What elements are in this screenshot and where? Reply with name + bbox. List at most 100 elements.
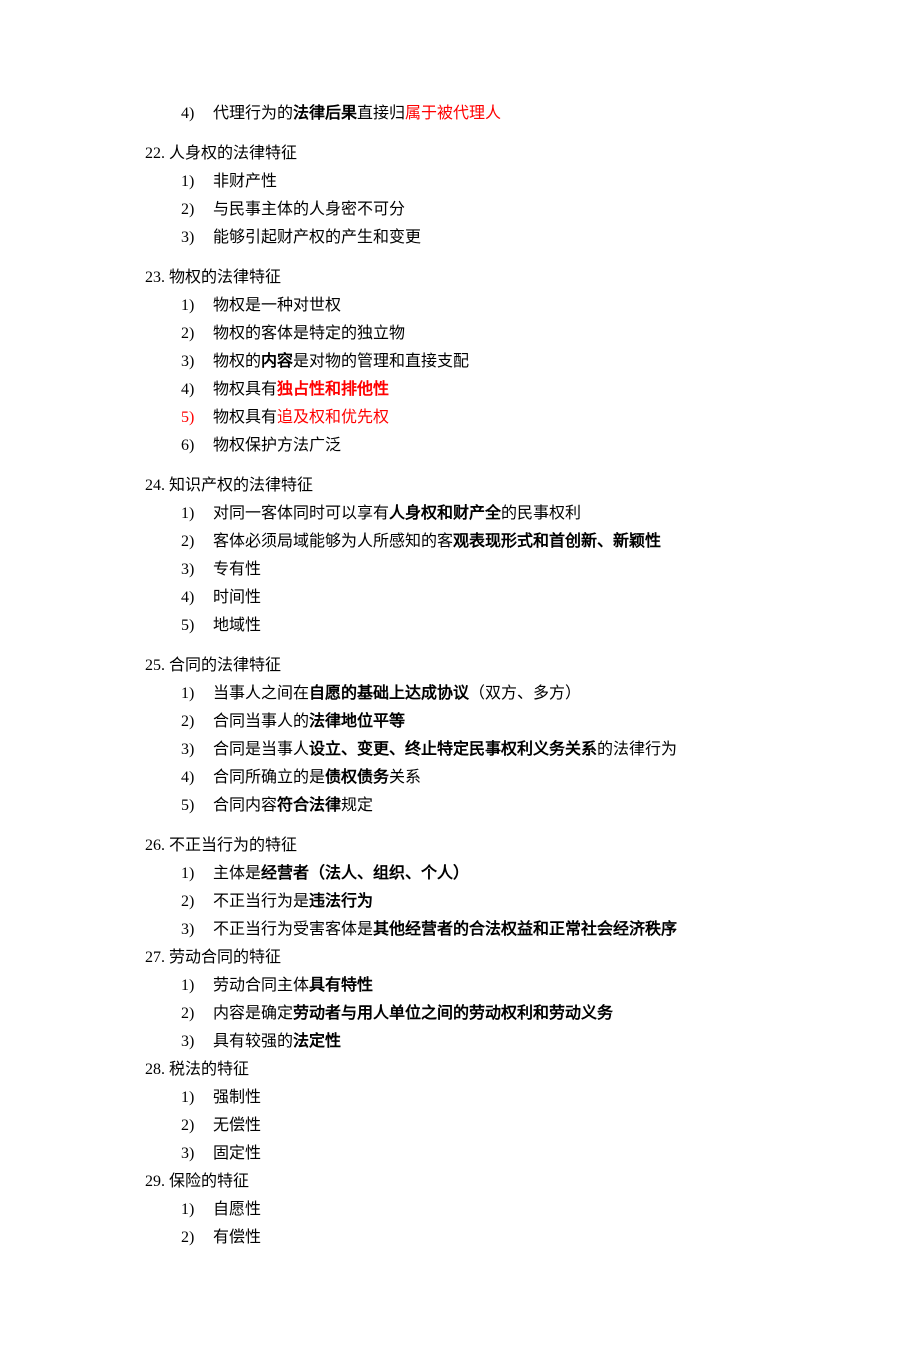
text-run: 自愿性 [213,1201,261,1218]
list-item: 1)自愿性 [181,1196,775,1224]
item-content: 能够引起财产权的产生和变更 [213,224,421,252]
text-run: 具有特性 [309,977,373,994]
section-number: 25. [145,657,169,674]
list-item: 1)主体是经营者（法人、组织、个人） [181,860,775,888]
text-run: 与民事主体的人身密不可分 [213,201,405,218]
list-item: 5)合同内容符合法律规定 [181,792,775,820]
item-content: 合同内容符合法律规定 [213,792,373,820]
text-run: 合同内容 [213,797,277,814]
item-content: 物权具有独占性和排他性 [213,376,389,404]
list-item: 2)物权的客体是特定的独立物 [181,320,775,348]
list-item: 4)时间性 [181,584,775,612]
text-run: 人身权和财产全 [389,505,501,522]
section-heading: 23. 物权的法律特征 [145,264,775,292]
text-run: 是对物的管理和直接支配 [293,353,469,370]
list-item: 5)地域性 [181,612,775,640]
item-content: 劳动合同主体具有特性 [213,972,373,1000]
text-run: 劳动合同主体 [213,977,309,994]
item-marker: 4) [181,584,213,612]
text-run: 规定 [341,797,373,814]
item-content: 对同一客体同时可以享有人身权和财产全的民事权利 [213,500,581,528]
outline-section: 22. 人身权的法律特征1)非财产性2)与民事主体的人身密不可分3)能够引起财产… [145,140,775,252]
item-marker: 2) [181,888,213,916]
item-marker: 3) [181,1028,213,1056]
item-content: 代理行为的法律后果直接归属于被代理人 [213,100,501,128]
prefix-section: 4)代理行为的法律后果直接归属于被代理人 [145,100,775,128]
outline-section: 29. 保险的特征1)自愿性2)有偿性 [145,1168,775,1252]
list-item: 2)有偿性 [181,1224,775,1252]
list-item: 4)物权具有独占性和排他性 [181,376,775,404]
section-heading: 28. 税法的特征 [145,1056,775,1084]
item-marker: 3) [181,556,213,584]
sub-list: 1)强制性2)无偿性3)固定性 [181,1084,775,1168]
text-run: 劳动者与用人单位之间的劳动权利和劳动义务 [293,1005,613,1022]
text-run: 客体必须局域能够为人所感知的客 [213,533,453,550]
text-run: 属于被代理人 [405,105,501,122]
item-marker: 5) [181,792,213,820]
item-marker: 2) [181,1224,213,1252]
text-run: 非财产性 [213,173,277,190]
text-run: 强制性 [213,1089,261,1106]
item-marker: 5) [181,612,213,640]
item-marker: 2) [181,1112,213,1140]
text-run: 法定性 [293,1033,341,1050]
section-number: 27. [145,949,169,966]
section-number: 24. [145,477,169,494]
item-marker: 4) [181,376,213,404]
list-item: 2)内容是确定劳动者与用人单位之间的劳动权利和劳动义务 [181,1000,775,1028]
text-run: 符合法律 [277,797,341,814]
list-item: 2)不正当行为是违法行为 [181,888,775,916]
sub-list: 1)对同一客体同时可以享有人身权和财产全的民事权利2)客体必须局域能够为人所感知… [181,500,775,640]
text-run: 不正当行为受害客体是 [213,921,373,938]
section-heading: 24. 知识产权的法律特征 [145,472,775,500]
text-run: 内容是确定 [213,1005,293,1022]
text-run: 有偿性 [213,1229,261,1246]
text-run: 法律后果 [293,105,357,122]
list-item: 5)物权具有追及权和优先权 [181,404,775,432]
item-marker: 1) [181,1084,213,1112]
text-run: 设立、变更、终止特定民事权利义务关系 [309,741,597,758]
text-run: 固定性 [213,1145,261,1162]
section-number: 29. [145,1173,169,1190]
item-marker: 4) [181,100,213,128]
list-item: 3)固定性 [181,1140,775,1168]
item-marker: 3) [181,348,213,376]
list-item: 1)强制性 [181,1084,775,1112]
item-content: 强制性 [213,1084,261,1112]
item-content: 物权保护方法广泛 [213,432,341,460]
section-title-text: 不正当行为的特征 [169,837,297,854]
section-number: 22. [145,145,169,162]
outline-section: 28. 税法的特征1)强制性2)无偿性3)固定性 [145,1056,775,1168]
item-content: 内容是确定劳动者与用人单位之间的劳动权利和劳动义务 [213,1000,613,1028]
text-run: 经营者（法人、组织、个人） [261,865,469,882]
text-run: 物权的客体是特定的独立物 [213,325,405,342]
section-title-text: 税法的特征 [169,1061,249,1078]
item-content: 物权的客体是特定的独立物 [213,320,405,348]
text-run: 的法律行为 [597,741,677,758]
text-run: 地域性 [213,617,261,634]
list-item: 3)专有性 [181,556,775,584]
document-content: 4)代理行为的法律后果直接归属于被代理人22. 人身权的法律特征1)非财产性2)… [145,100,775,1252]
item-content: 固定性 [213,1140,261,1168]
text-run: 合同是当事人 [213,741,309,758]
item-marker: 2) [181,320,213,348]
list-item: 1)非财产性 [181,168,775,196]
list-item: 1)物权是一种对世权 [181,292,775,320]
item-marker: 2) [181,1000,213,1028]
list-item: 1)劳动合同主体具有特性 [181,972,775,1000]
text-run: 物权的 [213,353,261,370]
item-content: 物权具有追及权和优先权 [213,404,389,432]
list-item: 2)客体必须局域能够为人所感知的客观表现形式和首创新、新颖性 [181,528,775,556]
item-content: 自愿性 [213,1196,261,1224]
item-marker: 5) [181,404,213,432]
section-heading: 25. 合同的法律特征 [145,652,775,680]
outline-section: 24. 知识产权的法律特征1)对同一客体同时可以享有人身权和财产全的民事权利2)… [145,472,775,640]
item-marker: 1) [181,500,213,528]
item-content: 具有较强的法定性 [213,1028,341,1056]
text-run: 自愿的基础上达成协议 [309,685,469,702]
text-run: 时间性 [213,589,261,606]
text-run: 债权债务 [325,769,389,786]
text-run: 物权具有 [213,409,277,426]
item-content: 不正当行为是违法行为 [213,888,373,916]
list-item: 2)与民事主体的人身密不可分 [181,196,775,224]
